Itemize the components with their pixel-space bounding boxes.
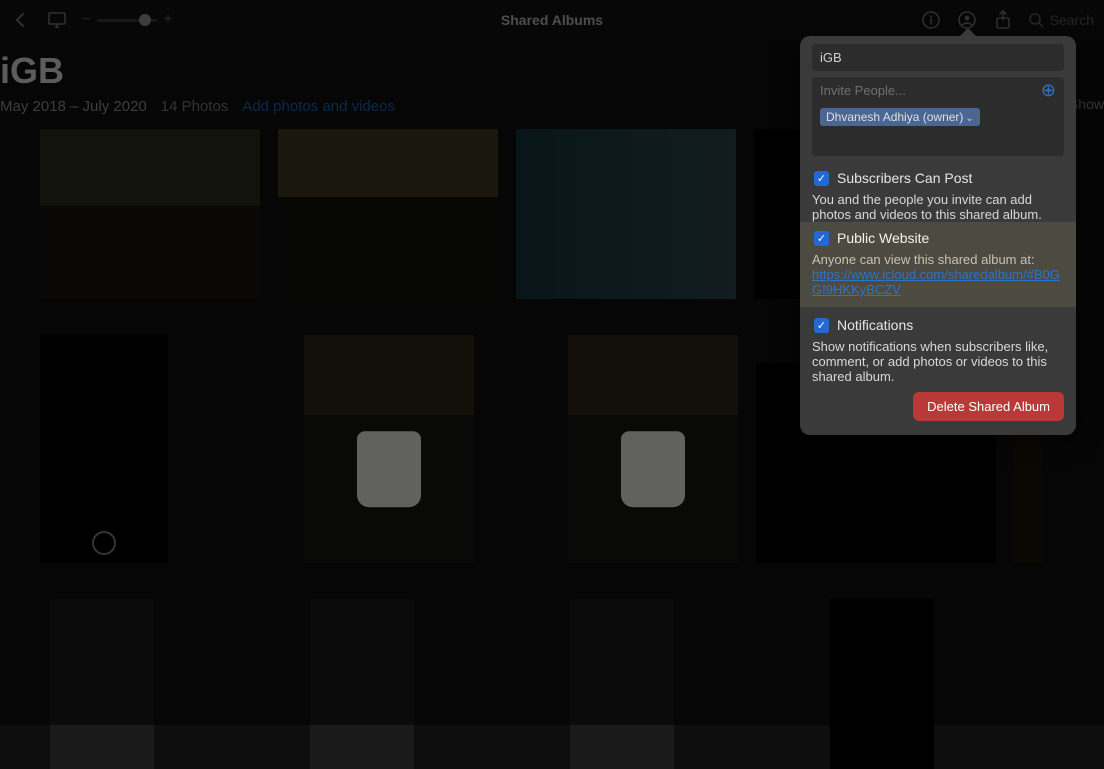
photo-thumb[interactable]: iGEEKS bbox=[304, 335, 474, 563]
subscribers-can-post-desc: You and the people you invite can add ph… bbox=[812, 192, 1064, 222]
date-range: May 2018 – July 2020 bbox=[0, 98, 147, 115]
public-website-desc: Anyone can view this shared album at: ht… bbox=[812, 252, 1064, 297]
photo-thumb[interactable] bbox=[50, 599, 154, 769]
chevron-down-icon: ⌄ bbox=[965, 113, 973, 124]
zoom-out-icon: − bbox=[82, 11, 91, 29]
photo-thumb[interactable] bbox=[40, 129, 260, 299]
subscribers-can-post-label: Subscribers Can Post bbox=[837, 170, 972, 186]
public-website-option: ✓ Public Website Anyone can view this sh… bbox=[800, 222, 1076, 307]
public-website-link[interactable]: https://www.icloud.com/sharedalbum/#B0GG… bbox=[812, 267, 1064, 297]
public-website-row[interactable]: ✓ Public Website bbox=[812, 230, 1064, 246]
photo-thumb[interactable] bbox=[570, 599, 674, 769]
subscribers-can-post-option[interactable]: ✓ Subscribers Can Post bbox=[812, 170, 1064, 186]
invite-placeholder: Invite People... bbox=[820, 83, 906, 98]
delete-shared-album-button[interactable]: Delete Shared Album bbox=[913, 392, 1064, 421]
zoom-slider[interactable]: − + bbox=[82, 11, 173, 29]
share-button[interactable] bbox=[992, 9, 1014, 31]
search-icon bbox=[1028, 12, 1044, 28]
slideshow-button[interactable] bbox=[46, 9, 68, 31]
photo-thumb[interactable] bbox=[310, 599, 414, 769]
notifications-desc: Show notifications when subscribers like… bbox=[812, 339, 1064, 384]
photo-thumb[interactable]: iGEEKS bbox=[568, 335, 738, 563]
watermark: iGEEKS bbox=[633, 444, 673, 454]
owner-chip[interactable]: Dhvanesh Adhiya (owner)⌄ bbox=[820, 108, 980, 126]
notifications-label: Notifications bbox=[837, 317, 913, 333]
invite-people-field[interactable]: Invite People... ⊕ Dhvanesh Adhiya (owne… bbox=[812, 77, 1064, 156]
info-button[interactable] bbox=[920, 9, 942, 31]
back-button[interactable] bbox=[10, 9, 32, 31]
add-person-icon[interactable]: ⊕ bbox=[1041, 83, 1056, 97]
public-website-label: Public Website bbox=[837, 230, 929, 246]
toolbar: − + Shared Albums Search bbox=[0, 0, 1104, 40]
checkbox-checked-icon[interactable]: ✓ bbox=[814, 318, 829, 333]
zoom-in-icon: + bbox=[163, 11, 172, 29]
add-photos-link[interactable]: Add photos and videos bbox=[242, 98, 395, 115]
watermark: iGEEKS bbox=[369, 444, 409, 454]
share-settings-popover: Invite People... ⊕ Dhvanesh Adhiya (owne… bbox=[800, 36, 1076, 435]
album-name-input[interactable] bbox=[812, 44, 1064, 71]
photo-thumb[interactable] bbox=[830, 599, 934, 769]
notifications-option[interactable]: ✓ Notifications bbox=[812, 317, 1064, 333]
checkbox-checked-icon[interactable]: ✓ bbox=[814, 171, 829, 186]
checkbox-checked-icon[interactable]: ✓ bbox=[814, 231, 829, 246]
photo-count: 14 Photos bbox=[161, 98, 229, 115]
photo-thumb[interactable] bbox=[40, 335, 168, 563]
search-placeholder: Search bbox=[1050, 12, 1094, 28]
search-field[interactable]: Search bbox=[1028, 12, 1094, 28]
photo-thumb[interactable] bbox=[278, 129, 498, 299]
photo-thumb[interactable] bbox=[516, 129, 736, 299]
